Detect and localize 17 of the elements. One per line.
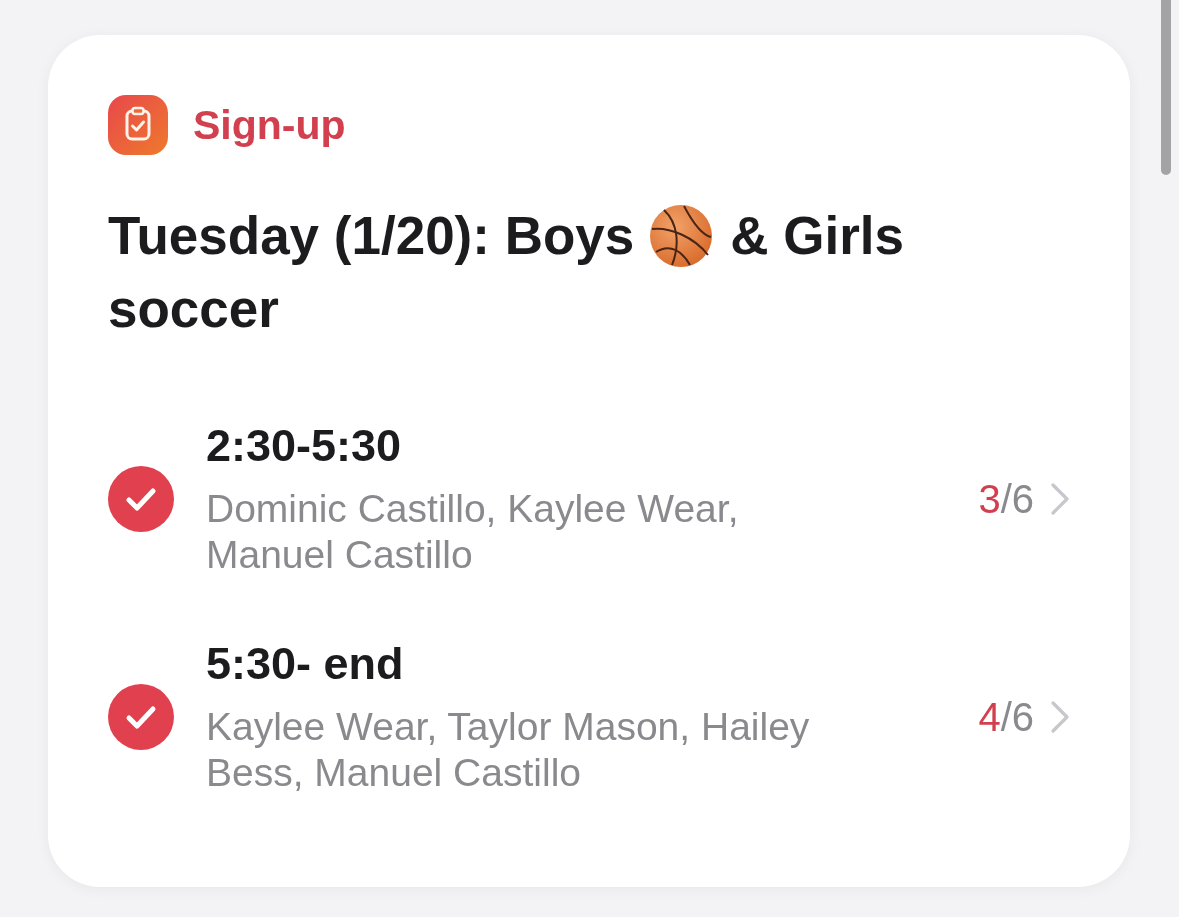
- slot-count: 3/6: [978, 476, 1034, 522]
- title-text: & Girls: [730, 205, 905, 267]
- check-circle-icon[interactable]: [108, 684, 174, 750]
- chevron-right-icon[interactable]: [1050, 700, 1070, 734]
- title-text: Tuesday (1/20): Boys: [108, 205, 635, 267]
- check-circle-icon[interactable]: [108, 466, 174, 532]
- scrollbar-thumb[interactable]: [1161, 0, 1171, 175]
- basketball-icon: [650, 204, 713, 267]
- chevron-right-icon[interactable]: [1050, 482, 1070, 516]
- slot-time: 2:30-5:30: [206, 420, 402, 472]
- title-text: soccer: [108, 278, 279, 340]
- slot-names: Dominic Castillo, Kaylee Wear, Manuel Castillo: [206, 486, 740, 578]
- app-label: Sign-up: [193, 101, 346, 149]
- slot-count: 4/6: [978, 694, 1034, 740]
- slot-time: 5:30- end: [206, 638, 404, 690]
- slot-names: Kaylee Wear, Taylor Mason, Hailey Bess, Manuel Castillo: [206, 704, 811, 796]
- clipboard-icon: [108, 95, 168, 155]
